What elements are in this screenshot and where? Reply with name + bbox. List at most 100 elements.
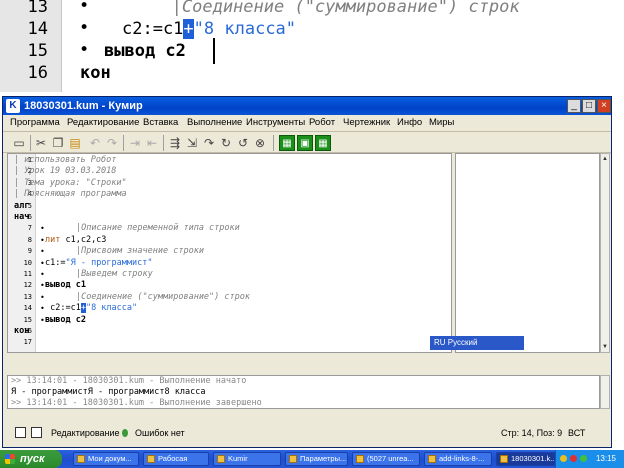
bullet-marker: • [79, 18, 90, 38]
close-file-icon[interactable] [31, 427, 42, 438]
scroll-up-icon[interactable]: ▲ [601, 155, 609, 163]
output-scrollbar[interactable] [600, 375, 610, 409]
undo-icon[interactable]: ↶ [87, 135, 103, 151]
code-line[interactable]: 14 • c2:=c1+"8 класса" [8, 303, 448, 314]
menu-tools[interactable]: Инструменты [246, 115, 305, 131]
menu-run[interactable]: Выполнение [187, 115, 242, 131]
step-icon[interactable]: ⇲ [184, 135, 200, 151]
comment-text: | Тема урока: "Строки" [14, 177, 127, 188]
code-line[interactable]: 5 алг [8, 201, 448, 212]
line-number: 11 [23, 270, 32, 278]
comment-text: |Соединение ("суммирование") строк [76, 291, 250, 302]
redo-icon[interactable]: ↷ [104, 135, 120, 151]
comment-text: | Урок 19 03.03.2018 [14, 166, 117, 177]
run-icon[interactable]: ⇶ [167, 135, 183, 151]
string-literal: "Я - программист" [65, 257, 153, 268]
code-editor[interactable]: 1 | использовать Робот 2 | Урок 19 03.03.20… [7, 153, 452, 353]
taskbar-button[interactable]: (5027 unrea... [352, 452, 420, 466]
copy-icon[interactable]: ❐ [50, 135, 66, 151]
start-button[interactable]: пуск [0, 450, 62, 468]
line-number: 17 [23, 338, 32, 347]
task-app-icon [289, 455, 297, 463]
title-bar[interactable]: K 18030301.kum - Кумир _ □ × [3, 97, 611, 115]
task-app-icon [428, 455, 436, 463]
code-line[interactable]: 9 • |Присвоим значение строки [8, 246, 448, 257]
task-label: Kumir [228, 454, 248, 463]
language-bar[interactable]: RU Русский [430, 336, 524, 350]
indent-icon[interactable]: ⇥ [127, 135, 143, 151]
minimize-button[interactable]: _ [567, 99, 581, 113]
line-number: 14 [23, 304, 32, 313]
maximize-button[interactable]: □ [582, 99, 596, 113]
taskbar-button[interactable]: Рабосая [143, 452, 209, 466]
code-line[interactable]: 2 | Урок 19 03.03.2018 [8, 166, 448, 177]
code-line[interactable]: 7 • |Описание переменной типа строки [8, 223, 448, 234]
scroll-down-icon[interactable]: ▼ [601, 343, 609, 351]
taskbar-button[interactable]: Kumir [213, 452, 281, 466]
task-label: add-links-8-... [439, 454, 485, 463]
taskbar-button[interactable]: Параметры... [285, 452, 348, 466]
line-number: 8 [27, 235, 32, 244]
code-line[interactable]: 6 нач [8, 212, 448, 223]
outdent-icon[interactable]: ⇤ [144, 135, 160, 151]
menu-info[interactable]: Инфо [397, 115, 422, 131]
code-line[interactable]: 10 • c1:="Я - программист" [8, 258, 448, 269]
menu-edit[interactable]: Редактирование [67, 115, 139, 131]
code-line[interactable]: 11 • |Выведем строку [8, 269, 448, 280]
tray-icon[interactable] [560, 455, 567, 462]
print-icon[interactable]: ▭ [11, 135, 27, 151]
tray-icon[interactable] [570, 455, 577, 462]
menu-insert[interactable]: Вставка [143, 115, 178, 131]
line-number: 7 [27, 224, 32, 233]
robot-side-panel[interactable] [455, 153, 600, 353]
code-text: лит c1,c2,c3 [45, 235, 106, 246]
line-number: 13 [27, 0, 48, 17]
editor-vertical-scrollbar[interactable]: ▲ ▼ [600, 153, 610, 353]
code-line[interactable]: 1 | использовать Робот [8, 155, 448, 166]
output-line: Я - программистЯ - программист8 класса [11, 387, 206, 397]
menu-worlds[interactable]: Миры [429, 115, 454, 131]
menu-robot[interactable]: Робот [309, 115, 335, 131]
step-into-icon[interactable]: ↷ [201, 135, 217, 151]
code-line[interactable]: 15 • вывод c2 [8, 315, 448, 326]
system-tray: 13:15 [555, 450, 624, 468]
code-line[interactable]: 12 • вывод c1 [8, 280, 448, 291]
task-label: Рабосая [158, 454, 188, 463]
cut-icon[interactable]: ✂ [33, 135, 49, 151]
code-line[interactable]: 13 • |Соединение ("суммирование") строк [8, 292, 448, 303]
code-line[interactable]: 8 • лит c1,c2,c3 [8, 235, 448, 246]
bullet-marker: • [79, 40, 90, 60]
taskbar-button[interactable]: Мои докум... [73, 452, 139, 466]
tray-icon[interactable] [580, 455, 587, 462]
stop-icon[interactable]: ⊗ [252, 135, 268, 151]
task-label: Параметры... [300, 454, 347, 463]
menu-program[interactable]: Программа [10, 115, 60, 131]
toolbar: ▭ ✂ ❐ ▤ ↶ ↷ ⇥ ⇤ ⇶ ⇲ ↷ ↻ ↺ ⊗ ▦ ▣ ▦ [3, 131, 611, 153]
code-line[interactable]: 4 | Поясняющая программа [8, 189, 448, 200]
status-bar: Редактирование Ошибок нет Стр: 14, Поз: … [3, 423, 611, 443]
tiles-icon[interactable]: ▦ [315, 135, 331, 151]
output-line: >> 13:14:01 - 18030301.kum - Выполнение … [11, 398, 262, 408]
paste-icon[interactable]: ▤ [67, 135, 83, 151]
code-text: алг [14, 200, 30, 211]
menu-draftsman[interactable]: Чертежник [343, 115, 390, 131]
output-console[interactable]: >> 13:14:01 - 18030301.kum - Выполнение … [7, 375, 600, 409]
string-literal: "8 класса" [193, 19, 297, 39]
code-line[interactable]: 17 [8, 337, 448, 348]
code-line[interactable]: 16 кон [8, 326, 448, 337]
taskbar-button[interactable]: add-links-8-... [424, 452, 492, 466]
start-label: пуск [20, 453, 45, 465]
code-line[interactable]: 3 | Тема урока: "Строки" [8, 178, 448, 189]
close-button[interactable]: × [597, 99, 611, 113]
save-icon[interactable] [15, 427, 26, 438]
window-icon[interactable]: ▣ [297, 135, 313, 151]
task-app-icon [147, 455, 155, 463]
zoom-line: 15 • вывод c2 [0, 40, 624, 62]
grid-icon[interactable]: ▦ [279, 135, 295, 151]
task-app-icon [500, 455, 508, 463]
step-out-icon[interactable]: ↺ [235, 135, 251, 151]
taskbar-button[interactable]: 18030301.k... [496, 452, 562, 466]
step-over-icon[interactable]: ↻ [218, 135, 234, 151]
clock[interactable]: 13:15 [596, 454, 616, 463]
zoom-line: 13 • |Соединение ("суммирование") строк [0, 0, 624, 18]
